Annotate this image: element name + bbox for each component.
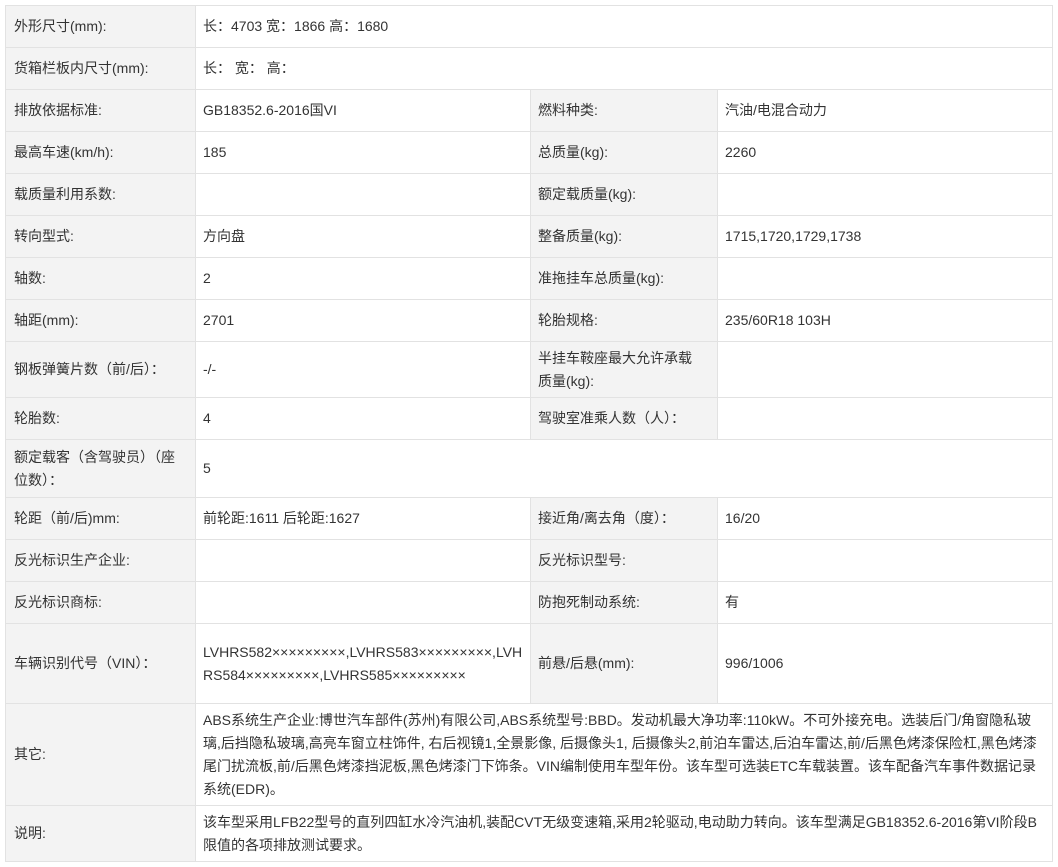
approach-departure-angle-label: 接近角/离去角（度）： — [531, 498, 718, 540]
table-row: 其它: ABS系统生产企业:博世汽车部件(苏州)有限公司,ABS系统型号:BBD… — [6, 704, 1053, 806]
steering-type-label: 转向型式: — [6, 216, 196, 258]
table-row: 货箱栏板内尺寸(mm): 长： 宽： 高： — [6, 48, 1053, 90]
reflector-manufacturer-label: 反光标识生产企业: — [6, 540, 196, 582]
overhang-label: 前悬/后悬(mm): — [531, 624, 718, 704]
abs-system-label: 防抱死制动系统: — [531, 582, 718, 624]
reflector-trademark-value — [196, 582, 531, 624]
exterior-dimensions-label: 外形尺寸(mm): — [6, 6, 196, 48]
table-row: 载质量利用系数: 额定载质量(kg): — [6, 174, 1053, 216]
load-utilization-value — [196, 174, 531, 216]
tire-count-value: 4 — [196, 398, 531, 440]
saddle-load-value — [718, 342, 1053, 398]
table-row: 外形尺寸(mm): 长：4703 宽：1866 高：1680 — [6, 6, 1053, 48]
table-row: 反光标识生产企业: 反光标识型号: — [6, 540, 1053, 582]
trailer-gross-mass-label: 准拖挂车总质量(kg): — [531, 258, 718, 300]
table-row: 轴距(mm): 2701 轮胎规格: 235/60R18 103H — [6, 300, 1053, 342]
overhang-value: 996/1006 — [718, 624, 1053, 704]
tire-spec-value: 235/60R18 103H — [718, 300, 1053, 342]
rated-load-mass-value — [718, 174, 1053, 216]
table-row: 车辆识别代号（VIN）： LVHRS582×××××××××,LVHRS583×… — [6, 624, 1053, 704]
vin-value: LVHRS582×××××××××,LVHRS583×××××××××,LVHR… — [196, 624, 531, 704]
table-row: 轴数: 2 准拖挂车总质量(kg): — [6, 258, 1053, 300]
tire-spec-label: 轮胎规格: — [531, 300, 718, 342]
reflector-model-value — [718, 540, 1053, 582]
table-row: 钢板弹簧片数（前/后）： -/- 半挂车鞍座最大允许承载质量(kg): — [6, 342, 1053, 398]
other-notes-label: 其它: — [6, 704, 196, 806]
table-row: 说明: 该车型采用LFB22型号的直列四缸水冷汽油机,装配CVT无级变速箱,采用… — [6, 806, 1053, 862]
wheelbase-label: 轴距(mm): — [6, 300, 196, 342]
axle-count-label: 轴数: — [6, 258, 196, 300]
curb-mass-label: 整备质量(kg): — [531, 216, 718, 258]
reflector-model-label: 反光标识型号: — [531, 540, 718, 582]
description-value: 该车型采用LFB22型号的直列四缸水冷汽油机,装配CVT无级变速箱,采用2轮驱动… — [196, 806, 1053, 862]
fuel-type-value: 汽油/电混合动力 — [718, 90, 1053, 132]
cargo-box-dimensions-label: 货箱栏板内尺寸(mm): — [6, 48, 196, 90]
saddle-load-label: 半挂车鞍座最大允许承载质量(kg): — [531, 342, 718, 398]
steering-type-value: 方向盘 — [196, 216, 531, 258]
cargo-box-dimensions-value: 长： 宽： 高： — [196, 48, 1053, 90]
fuel-type-label: 燃料种类: — [531, 90, 718, 132]
exterior-dimensions-value: 长：4703 宽：1866 高：1680 — [196, 6, 1053, 48]
description-label: 说明: — [6, 806, 196, 862]
reflector-manufacturer-value — [196, 540, 531, 582]
approach-departure-angle-value: 16/20 — [718, 498, 1053, 540]
wheelbase-value: 2701 — [196, 300, 531, 342]
reflector-trademark-label: 反光标识商标: — [6, 582, 196, 624]
table-row: 额定载客（含驾驶员）（座位数）： 5 — [6, 440, 1053, 498]
emission-standard-label: 排放依据标准: — [6, 90, 196, 132]
tire-count-label: 轮胎数: — [6, 398, 196, 440]
table-row: 排放依据标准: GB18352.6-2016国VI 燃料种类: 汽油/电混合动力 — [6, 90, 1053, 132]
max-speed-label: 最高车速(km/h): — [6, 132, 196, 174]
rated-passengers-value: 5 — [196, 440, 1053, 498]
other-notes-value: ABS系统生产企业:博世汽车部件(苏州)有限公司,ABS系统型号:BBD。发动机… — [196, 704, 1053, 806]
emission-standard-value: GB18352.6-2016国VI — [196, 90, 531, 132]
load-utilization-label: 载质量利用系数: — [6, 174, 196, 216]
table-row: 轮胎数: 4 驾驶室准乘人数（人）： — [6, 398, 1053, 440]
gross-mass-value: 2260 — [718, 132, 1053, 174]
rated-load-mass-label: 额定载质量(kg): — [531, 174, 718, 216]
spec-table: 外形尺寸(mm): 长：4703 宽：1866 高：1680 货箱栏板内尺寸(m… — [5, 5, 1053, 862]
abs-system-value: 有 — [718, 582, 1053, 624]
cab-passengers-value — [718, 398, 1053, 440]
max-speed-value: 185 — [196, 132, 531, 174]
curb-mass-value: 1715,1720,1729,1738 — [718, 216, 1053, 258]
track-width-value: 前轮距:1611 后轮距:1627 — [196, 498, 531, 540]
rated-passengers-label: 额定载客（含驾驶员）（座位数）： — [6, 440, 196, 498]
vin-label: 车辆识别代号（VIN）： — [6, 624, 196, 704]
leaf-spring-count-label: 钢板弹簧片数（前/后）： — [6, 342, 196, 398]
table-row: 最高车速(km/h): 185 总质量(kg): 2260 — [6, 132, 1053, 174]
gross-mass-label: 总质量(kg): — [531, 132, 718, 174]
track-width-label: 轮距（前/后)mm: — [6, 498, 196, 540]
table-row: 轮距（前/后)mm: 前轮距:1611 后轮距:1627 接近角/离去角（度）：… — [6, 498, 1053, 540]
trailer-gross-mass-value — [718, 258, 1053, 300]
cab-passengers-label: 驾驶室准乘人数（人）： — [531, 398, 718, 440]
axle-count-value: 2 — [196, 258, 531, 300]
table-row: 转向型式: 方向盘 整备质量(kg): 1715,1720,1729,1738 — [6, 216, 1053, 258]
table-row: 反光标识商标: 防抱死制动系统: 有 — [6, 582, 1053, 624]
leaf-spring-count-value: -/- — [196, 342, 531, 398]
